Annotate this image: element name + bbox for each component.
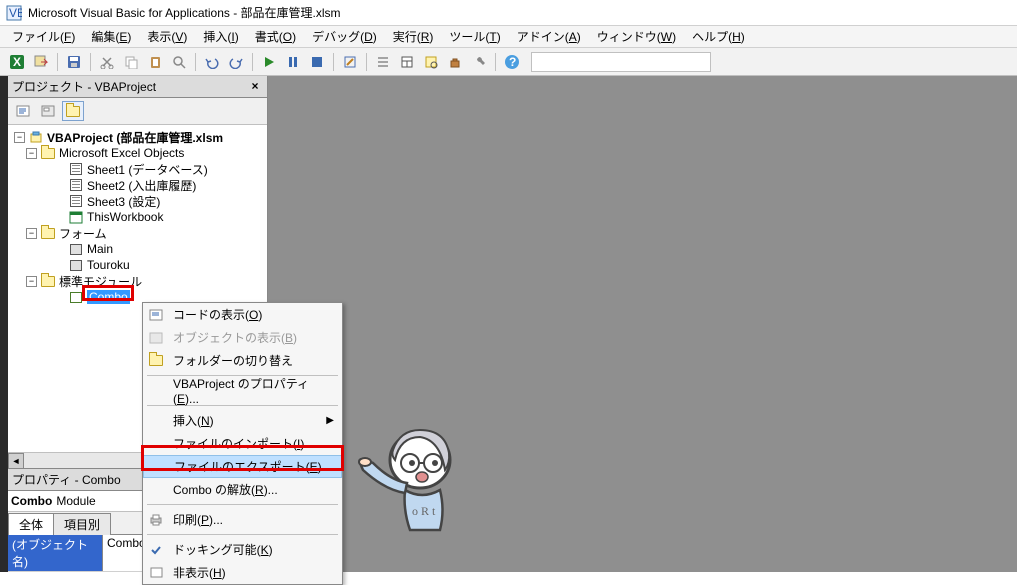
svg-text:o R t: o R t	[412, 504, 436, 518]
menu-bar: ファイル(F) 編集(E) 表示(V) 挿入(I) 書式(O) デバッグ(D) …	[0, 26, 1017, 48]
properties-object-name: Combo	[11, 494, 52, 508]
object-icon	[148, 330, 164, 346]
printer-icon	[148, 512, 164, 528]
folder-icon	[148, 353, 164, 369]
svg-text:?: ?	[509, 55, 516, 69]
cm-vbaproject-props[interactable]: VBAProject のプロパティ(E)...	[143, 379, 342, 402]
menu-window[interactable]: ウィンドウ(W)	[589, 26, 684, 47]
left-margin	[0, 76, 8, 572]
project-pane-header: プロジェクト - VBAProject ×	[8, 76, 267, 98]
project-pane-close-icon[interactable]: ×	[247, 79, 263, 95]
code-icon	[148, 307, 164, 323]
cm-show-object: オブジェクトの表示(B)	[143, 326, 342, 349]
toolbar-search-combo[interactable]	[531, 52, 711, 72]
excel-icon[interactable]: X	[6, 51, 28, 73]
cm-export[interactable]: ファイルのエクスポート(E)...	[143, 455, 342, 478]
pause-icon[interactable]	[282, 51, 304, 73]
props-tab-by-item[interactable]: 項目別	[53, 513, 111, 535]
hscroll-left-icon[interactable]: ◄	[8, 453, 24, 469]
cm-docking[interactable]: ドッキング可能(K)	[143, 538, 342, 561]
tree-sheet1[interactable]: Sheet1 (データベース)	[10, 161, 265, 177]
save-icon[interactable]	[63, 51, 85, 73]
tools-icon[interactable]	[468, 51, 490, 73]
toggle-folders-icon[interactable]	[62, 101, 84, 121]
undo-icon[interactable]	[201, 51, 223, 73]
menu-addins[interactable]: アドイン(A)	[509, 26, 589, 47]
menu-format[interactable]: 書式(O)	[247, 26, 304, 47]
svg-text:X: X	[13, 55, 21, 69]
chevron-right-icon: ▶	[326, 415, 334, 426]
design-mode-icon[interactable]	[339, 51, 361, 73]
view-code-icon[interactable]	[12, 101, 34, 121]
cm-insert[interactable]: 挿入(N)▶	[143, 409, 342, 432]
window-title: Microsoft Visual Basic for Applications …	[28, 4, 341, 21]
copy-icon[interactable]	[120, 51, 142, 73]
insert-form-icon[interactable]	[30, 51, 52, 73]
stop-icon[interactable]	[306, 51, 328, 73]
tree-root[interactable]: −VBAProject (部品在庫管理.xlsm	[10, 129, 265, 145]
menu-help[interactable]: ヘルプ(H)	[684, 26, 753, 47]
toolbox-icon[interactable]	[444, 51, 466, 73]
tree-excel-objects-folder[interactable]: −Microsoft Excel Objects	[10, 145, 265, 161]
check-icon	[148, 542, 164, 558]
menu-run[interactable]: 実行(R)	[385, 26, 442, 47]
find-icon[interactable]	[168, 51, 190, 73]
menu-file[interactable]: ファイル(F)	[4, 26, 83, 47]
cm-toggle-folder[interactable]: フォルダーの切り替え	[143, 349, 342, 372]
tree-thisworkbook[interactable]: ThisWorkbook	[10, 209, 265, 225]
hide-icon	[148, 565, 164, 581]
paste-icon[interactable]	[144, 51, 166, 73]
tree-form-touroku[interactable]: Touroku	[10, 257, 265, 273]
view-object-icon[interactable]	[37, 101, 59, 121]
cm-hide[interactable]: 非表示(H)	[143, 561, 342, 584]
project-explorer-icon[interactable]	[372, 51, 394, 73]
menu-insert[interactable]: 挿入(I)	[195, 26, 246, 47]
app-icon: VB	[6, 5, 22, 21]
cm-show-code[interactable]: コードの表示(O)	[143, 303, 342, 326]
props-tab-all[interactable]: 全体	[8, 513, 54, 535]
run-icon[interactable]	[258, 51, 280, 73]
help-icon[interactable]: ?	[501, 51, 523, 73]
tree-form-main[interactable]: Main	[10, 241, 265, 257]
cm-remove[interactable]: Combo の解放(R)...	[143, 478, 342, 501]
cm-print[interactable]: 印刷(P)...	[143, 508, 342, 531]
toolbar: X ?	[0, 48, 1017, 76]
svg-text:VB: VB	[9, 6, 22, 20]
properties-key: (オブジェクト名)	[8, 535, 103, 571]
properties-window-icon[interactable]	[396, 51, 418, 73]
cm-import[interactable]: ファイルのインポート(I)...	[143, 432, 342, 455]
redo-icon[interactable]	[225, 51, 247, 73]
menu-view[interactable]: 表示(V)	[139, 26, 195, 47]
project-pane-title: プロジェクト - VBAProject	[12, 78, 156, 95]
tutorial-character-icon: o R t	[355, 415, 475, 545]
tree-sheet2[interactable]: Sheet2 (入出庫履歴)	[10, 177, 265, 193]
tree-modules-folder[interactable]: −標準モジュール	[10, 273, 265, 289]
tree-sheet3[interactable]: Sheet3 (設定)	[10, 193, 265, 209]
title-bar: VB Microsoft Visual Basic for Applicatio…	[0, 0, 1017, 26]
menu-edit[interactable]: 編集(E)	[83, 26, 139, 47]
context-menu: コードの表示(O) オブジェクトの表示(B) フォルダーの切り替え VBAPro…	[142, 302, 343, 585]
menu-debug[interactable]: デバッグ(D)	[304, 26, 385, 47]
object-browser-icon[interactable]	[420, 51, 442, 73]
menu-tools[interactable]: ツール(T)	[441, 26, 508, 47]
tree-forms-folder[interactable]: −フォーム	[10, 225, 265, 241]
project-pane-toolbar	[8, 98, 267, 125]
cut-icon[interactable]	[96, 51, 118, 73]
